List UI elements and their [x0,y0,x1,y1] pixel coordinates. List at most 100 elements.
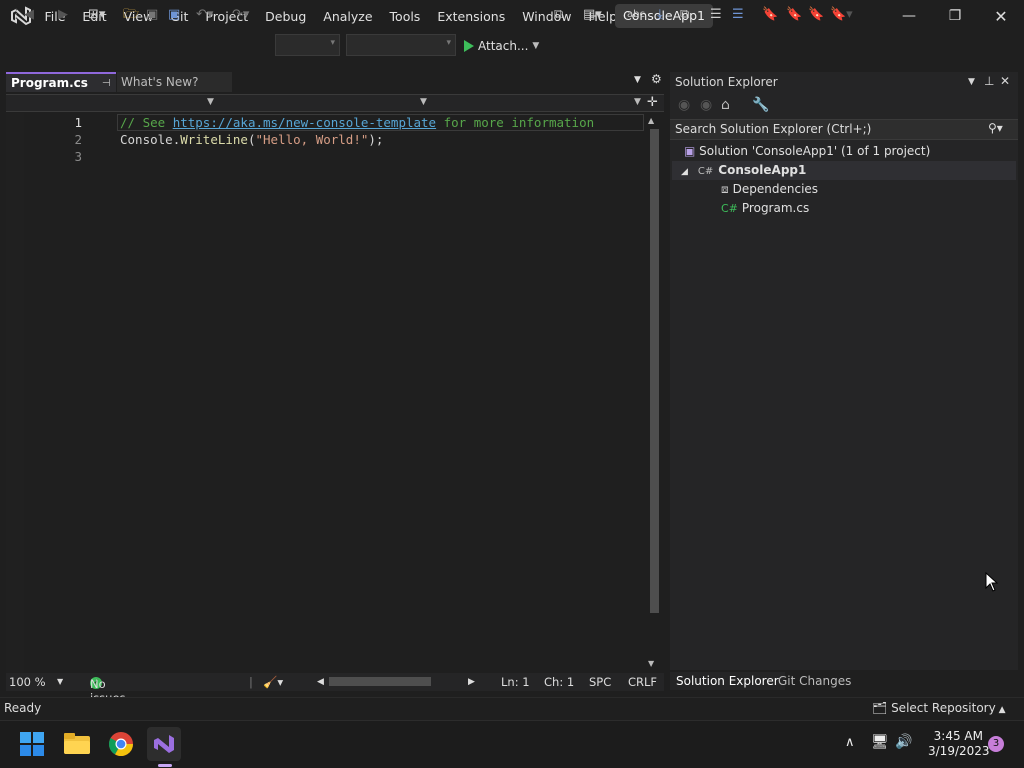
pin-icon[interactable]: ⊣ [102,78,111,89]
horizontal-scroll-thumb[interactable] [329,677,431,686]
restore-icon[interactable]: ❐ [932,0,978,32]
clock[interactable]: 3:45 AM 3/19/2023 [928,729,990,759]
browser-link-icon[interactable]: ⧉ [554,6,563,24]
line-indicator[interactable]: Ln: 1 [501,675,530,689]
solution-icon: ▣ [684,144,700,158]
search-icon[interactable]: ⚲▾ [988,121,1003,135]
scroll-left-icon[interactable]: ◀ [317,677,324,687]
scroll-down-icon[interactable]: ▼ [648,659,654,668]
minimize-icon[interactable]: — [886,0,932,32]
outdent-icon[interactable]: ☰ [732,6,744,24]
save-all-icon[interactable]: ▣ [168,6,180,24]
code-cleanup-icon[interactable]: 🧹▾ [263,675,283,689]
back-icon[interactable]: ◉ [678,97,690,113]
close-panel-icon[interactable]: ✕ [1000,74,1010,88]
repository-icon: 🗂 [872,701,892,715]
layout-icon[interactable]: ▤▾ [583,6,602,24]
notification-badge[interactable]: 3 [988,736,1004,752]
back-icon[interactable]: ◀ [24,6,34,24]
solution-explorer-title: Solution Explorer [675,75,778,89]
platform-dropdown[interactable] [346,34,456,56]
select-repository-button[interactable]: 🗂 Select Repository ▲ [872,701,1006,715]
type-dropdown-icon[interactable]: ▼ [420,97,427,107]
tab-git-changes[interactable]: Git Changes [772,672,857,690]
settings-gear-icon[interactable]: ⚙ [651,72,662,86]
indent-icon[interactable]: ☰ [710,6,722,24]
visual-studio-taskbar-icon[interactable] [147,727,181,761]
zoom-dropdown-icon[interactable]: ▼ [57,677,63,686]
solution-node[interactable]: ▣ Solution 'ConsoleApp1' (1 of 1 project… [684,142,930,161]
code-line-1[interactable]: // See https://aka.ms/new-console-templa… [120,115,594,130]
tab-label: What's New? [121,75,199,89]
line-number: 3 [74,149,82,164]
project-node[interactable]: ◢ C# ConsoleApp1 [681,161,806,180]
code-line-2[interactable]: Console.WriteLine("Hello, World!"); [120,132,383,147]
close-window-icon[interactable]: ✕ [978,0,1024,32]
bookmark-icon[interactable]: 🔖 [762,6,778,24]
menu-file[interactable]: File [36,9,74,24]
project-dropdown-icon[interactable]: ▼ [207,97,214,107]
string-token: "Hello, World!" [255,132,369,147]
save-icon[interactable]: ▣ [146,6,158,24]
attach-button[interactable]: Attach... ▼ [464,36,539,56]
tab-program-cs[interactable]: Program.cs ⊣ ✕ [6,72,131,92]
chevron-up-icon: ▲ [995,705,1006,715]
home-icon[interactable]: ⌂ [721,97,730,113]
collapse-icon[interactable]: ◢ [681,167,688,177]
line-ending-indicator[interactable]: CRLF [628,675,657,689]
select-repository-label: Select Repository [891,701,996,715]
member-dropdown-icon[interactable]: ▼ [634,97,641,107]
volume-icon[interactable]: 🔊 [895,734,912,750]
new-item-icon[interactable]: ⊞▾ [88,6,105,24]
status-ready: Ready [4,701,42,715]
file-explorer-icon[interactable] [60,727,94,761]
tab-list-dropdown-icon[interactable]: ▼ [634,75,641,85]
scroll-right-icon[interactable]: ▶ [468,677,475,687]
pin-panel-icon[interactable]: ⊥ [984,74,994,88]
forward-icon[interactable]: ◉ [700,97,712,113]
next-bookmark-icon[interactable]: 🔖 [808,6,824,24]
split-window-icon[interactable]: ✛ [647,95,658,110]
show-hidden-icons-icon[interactable]: ∧ [845,735,855,750]
solution-search-input[interactable]: Search Solution Explorer (Ctrl+;) [670,119,1018,140]
column-indicator[interactable]: Ch: 1 [544,675,574,689]
template-link[interactable]: https://aka.ms/new-console-template [173,115,436,130]
tab-whats-new[interactable]: What's New? [117,72,232,92]
program-file-node[interactable]: C# Program.cs [721,199,809,218]
close-token: ); [368,132,384,147]
chrome-icon[interactable] [104,727,138,761]
active-app-indicator [158,764,172,767]
csharp-file-icon: C# [721,202,738,215]
tab-solution-explorer[interactable]: Solution Explorer [670,672,785,690]
menu-analyze[interactable]: Analyze [315,9,381,24]
vertical-scroll-thumb[interactable] [650,129,659,613]
attach-label: Attach... [478,39,529,53]
chevron-down-icon: ▼ [532,41,540,51]
undo-icon[interactable]: ↶▾ [196,6,213,24]
properties-wrench-icon[interactable]: 🔧 [752,97,769,113]
redo-icon[interactable]: ↷▾ [232,6,249,24]
whitespace-indicator[interactable]: SPC [589,675,611,689]
open-folder-icon[interactable]: 🗁 [123,6,139,24]
clear-bookmarks-icon[interactable]: 🔖▾ [830,6,853,24]
comment-prefix: // See [120,115,173,130]
panel-menu-icon[interactable]: ▼ [968,77,975,87]
menu-window[interactable]: Window [514,9,580,24]
dependencies-node[interactable]: ⧈ Dependencies [721,180,818,199]
network-icon[interactable]: 🖥 [871,734,889,750]
code-editor[interactable] [6,113,646,673]
menu-debug[interactable]: Debug [257,9,315,24]
copy-icon[interactable]: ⧉ [680,6,689,24]
step-icon[interactable]: ⤓ [657,6,663,24]
scroll-up-icon[interactable]: ▲ [648,116,654,125]
forward-icon[interactable]: ▶ [58,6,68,24]
spell-check-icon[interactable]: abc [627,6,645,24]
zoom-level[interactable]: 100 % [9,675,46,689]
menu-tools[interactable]: Tools [381,9,429,24]
prev-bookmark-icon[interactable]: 🔖 [786,6,802,24]
menu-extensions[interactable]: Extensions [429,9,514,24]
method-token: WriteLine [180,132,248,147]
play-icon [464,40,474,52]
windows-start-icon[interactable] [15,727,49,761]
solution-config-dropdown[interactable] [275,34,340,56]
